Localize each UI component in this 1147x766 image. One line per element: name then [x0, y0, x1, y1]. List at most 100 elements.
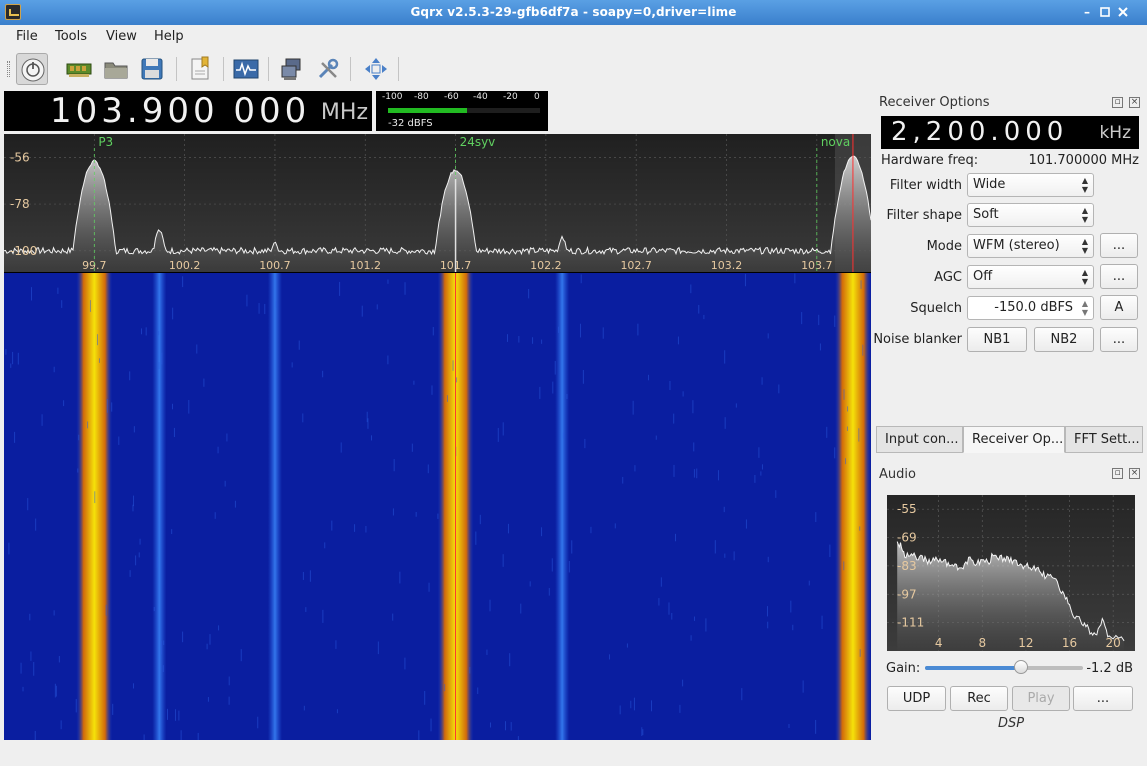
toolbar-separator — [268, 57, 269, 81]
hardware-icon[interactable] — [63, 53, 95, 85]
waterfall-noise — [694, 616, 696, 621]
waterfall-noise — [22, 686, 24, 692]
agc-options-button[interactable]: ... — [1100, 264, 1138, 289]
waterfall-noise — [693, 469, 695, 478]
waterfall-noise — [322, 370, 324, 378]
menu-file[interactable]: File — [16, 29, 38, 44]
waterfall-noise — [87, 421, 89, 429]
signal-icon[interactable] — [230, 53, 262, 85]
waterfall-signal — [555, 273, 570, 740]
waterfall-noise — [335, 640, 337, 649]
squelch-value[interactable]: -150.0 dBFS — [994, 300, 1073, 315]
dock-close-icon[interactable]: × — [1129, 97, 1140, 108]
noise-blanker-options-button[interactable]: ... — [1100, 327, 1138, 352]
waterfall-noise — [674, 533, 676, 542]
bookmark-label[interactable]: nova — [821, 135, 850, 149]
network-icon[interactable] — [276, 53, 308, 85]
tools-icon[interactable] — [312, 53, 344, 85]
waterfall-noise — [557, 326, 559, 333]
fullscreen-icon[interactable] — [360, 53, 392, 85]
bookmark-label[interactable]: 24syv — [460, 135, 496, 149]
audio-level-label: -55 — [897, 502, 917, 516]
menu-help[interactable]: Help — [154, 29, 184, 44]
waterfall-noise — [207, 697, 209, 702]
filter-shape-select[interactable]: Soft ▲ ▼ — [967, 203, 1094, 227]
tab-fft-settings[interactable]: FFT Sett... — [1065, 426, 1143, 453]
waterfall-noise — [365, 526, 367, 533]
signal-meter: -100 -80 -60 -40 -20 0 -32 dBFS — [376, 91, 548, 131]
waterfall-noise — [218, 625, 220, 631]
waterfall-noise — [217, 446, 219, 454]
waterfall-noise — [264, 303, 266, 315]
waterfall-noise — [682, 391, 684, 397]
gain-slider[interactable] — [925, 660, 1083, 674]
power-icon[interactable] — [16, 53, 48, 85]
minimize-icon[interactable]: – — [1080, 5, 1094, 19]
play-button[interactable]: Play — [1012, 686, 1070, 711]
waterfall-noise — [188, 399, 190, 414]
mode-options-button[interactable]: ... — [1100, 233, 1138, 258]
frequency-digits[interactable]: 103.900 000 — [50, 91, 310, 131]
waterfall-noise — [138, 552, 140, 558]
waterfall-noise — [89, 300, 91, 312]
audio-level-label: -97 — [897, 587, 917, 601]
tab-input-controls[interactable]: Input con... — [876, 426, 963, 453]
save-icon[interactable] — [136, 53, 168, 85]
rec-button[interactable]: Rec — [950, 686, 1008, 711]
filter-offset-digits[interactable]: 2,200.000 — [891, 116, 1068, 149]
nb1-button[interactable]: NB1 — [967, 327, 1027, 352]
waterfall-signal — [267, 273, 282, 740]
udp-button[interactable]: UDP — [887, 686, 946, 711]
mode-select[interactable]: WFM (stereo) ▲ ▼ — [967, 234, 1094, 258]
waterfall-noise — [552, 381, 554, 394]
waterfall-noise — [105, 604, 107, 616]
float-icon[interactable]: ▫ — [1112, 97, 1123, 108]
waterfall-noise — [630, 700, 632, 709]
spectrum-waterfall-plotter[interactable]: -56 -78 -100 99.7 100.2 100.7 101.2 101.7 102.2 1… — [4, 134, 871, 740]
waterfall-noise — [387, 355, 389, 365]
frequency-tick-label: 103.2 — [711, 259, 743, 272]
waterfall-noise — [180, 730, 182, 740]
open-icon[interactable] — [100, 53, 132, 85]
bookmark-icon[interactable] — [184, 53, 216, 85]
waterfall-noise — [767, 606, 769, 617]
menu-tools[interactable]: Tools — [55, 29, 87, 44]
restore-icon[interactable] — [1098, 5, 1112, 19]
waterfall-noise — [305, 607, 307, 612]
filter-width-select[interactable]: Wide ▲ ▼ — [967, 173, 1094, 197]
dock-close-icon[interactable]: × — [1129, 468, 1140, 479]
audio-fft-plot[interactable]: -55 -69 -83 -97 -111 4 8 12 16 20 — [887, 495, 1135, 651]
filter-offset-display[interactable]: 2,200.000 kHz — [881, 116, 1139, 149]
waterfall-noise — [745, 519, 747, 529]
smeter-bar — [388, 108, 468, 113]
waterfall-noise — [175, 709, 177, 721]
agc-select[interactable]: Off ▲ ▼ — [967, 265, 1094, 289]
filter-width-label: Filter width — [889, 178, 962, 193]
waterfall-noise — [735, 403, 737, 408]
waterfall-noise — [275, 301, 277, 308]
gain-slider-handle[interactable] — [1014, 660, 1029, 674]
menu-bar: File Tools View Help — [0, 25, 1147, 49]
waterfall-noise — [60, 720, 62, 730]
toolbar-grip[interactable] — [7, 61, 10, 77]
waterfall-noise — [234, 500, 236, 508]
nb2-button[interactable]: NB2 — [1034, 327, 1094, 352]
tab-receiver-options[interactable]: Receiver Op... — [963, 426, 1065, 453]
waterfall-noise — [226, 433, 228, 442]
bookmark-label[interactable]: P3 — [98, 135, 113, 149]
waterfall-noise — [387, 279, 389, 284]
close-icon[interactable] — [1116, 5, 1130, 19]
updown-arrows-icon[interactable]: ▲ ▼ — [1082, 299, 1088, 317]
float-icon[interactable]: ▫ — [1112, 468, 1123, 479]
audio-options-button[interactable]: ... — [1073, 686, 1133, 711]
squelch-spinbox[interactable]: -150.0 dBFS ▲ ▼ — [967, 296, 1094, 320]
squelch-auto-button[interactable]: A — [1100, 295, 1138, 320]
menu-view[interactable]: View — [106, 29, 137, 44]
waterfall-noise — [298, 340, 300, 350]
waterfall-noise — [489, 599, 491, 612]
waterfall-noise — [541, 527, 543, 537]
frequency-display[interactable]: 103.900 000 MHz — [4, 91, 372, 131]
waterfall-noise — [693, 442, 695, 452]
waterfall-noise — [53, 610, 55, 616]
waterfall-noise — [291, 362, 293, 368]
